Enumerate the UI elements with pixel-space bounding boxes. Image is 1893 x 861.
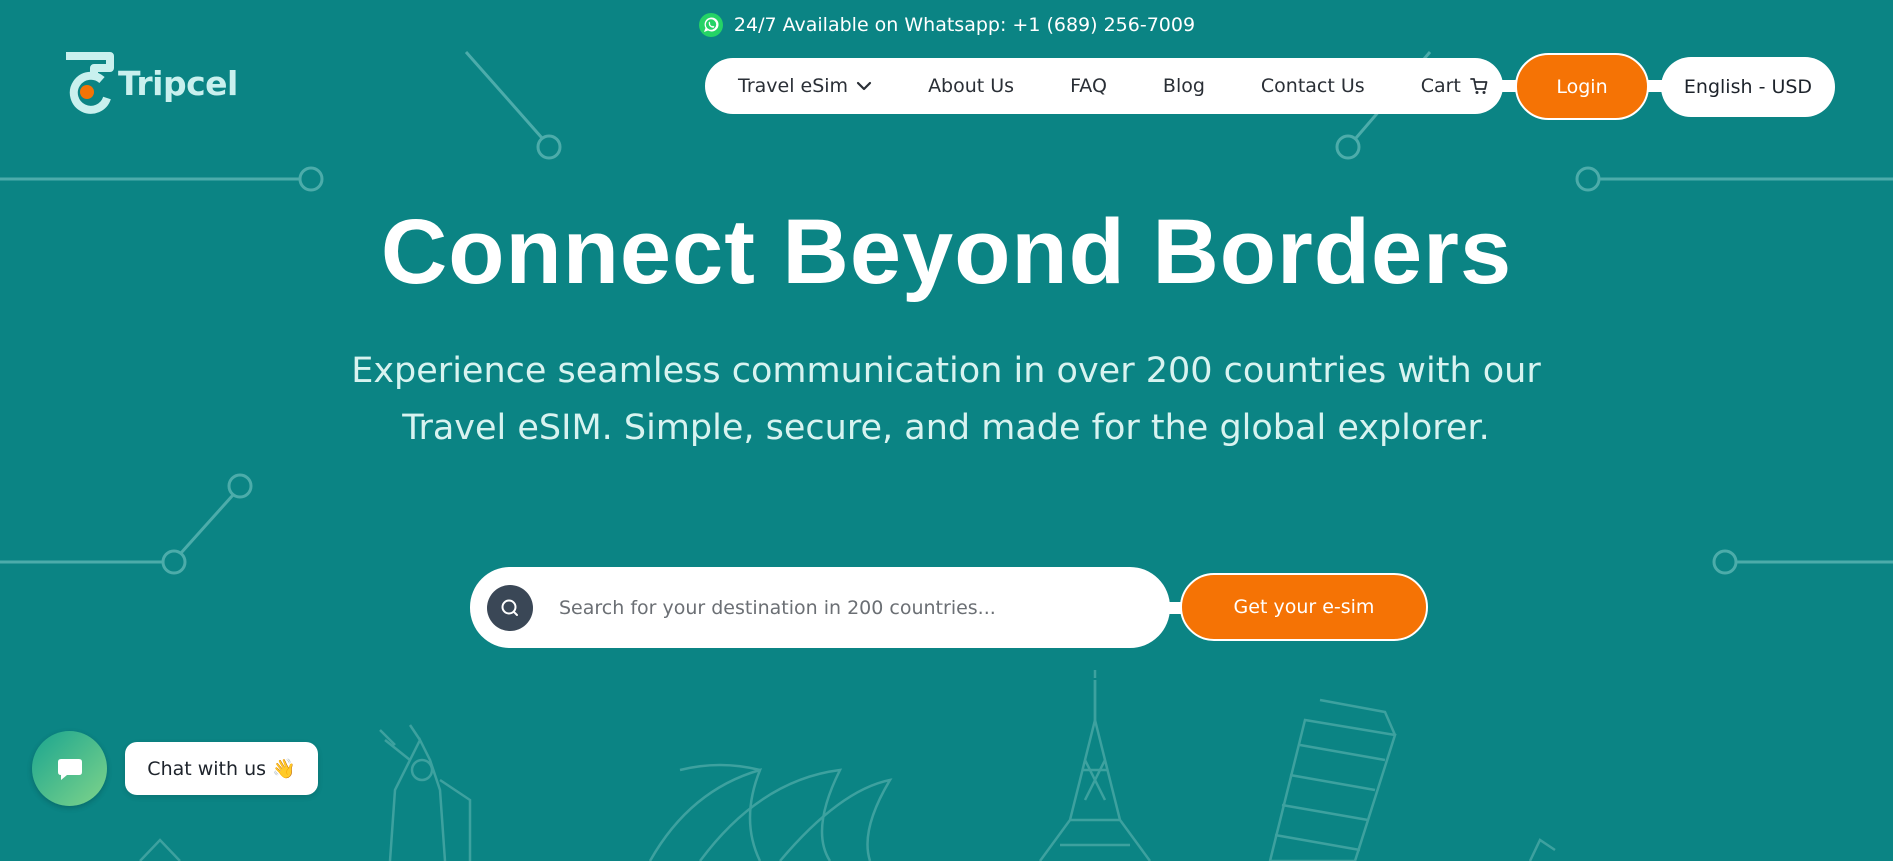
- hero-subtitle-line-1: Experience seamless communication in ove…: [351, 351, 1541, 391]
- whatsapp-availability-text: 24/7 Available on Whatsapp: +1 (689) 256…: [733, 14, 1196, 36]
- nav-item-cart[interactable]: Cart: [1421, 75, 1489, 97]
- hero-subtitle-line-2: Travel eSIM. Simple, secure, and made fo…: [402, 408, 1490, 448]
- chat-bubble-icon: [57, 758, 82, 780]
- main-navigation: Travel eSim About Us FAQ Blog Contact Us…: [705, 58, 1503, 114]
- magnifier-glyph: [501, 599, 518, 616]
- nav-item-about-us[interactable]: About Us: [928, 75, 1014, 97]
- nav-item-blog[interactable]: Blog: [1163, 75, 1205, 97]
- chat-label-text: Chat with us: [147, 757, 267, 780]
- nav-item-label: FAQ: [1070, 75, 1107, 97]
- chevron-down-icon: [856, 81, 872, 91]
- login-button[interactable]: Login: [1515, 53, 1649, 120]
- whatsapp-icon: [698, 13, 723, 37]
- nav-item-label: Contact Us: [1260, 75, 1365, 97]
- destination-search-box[interactable]: [470, 567, 1170, 648]
- chat-with-us-label[interactable]: Chat with us 👋: [125, 742, 318, 795]
- hero-title: Connect Beyond Borders: [380, 201, 1513, 303]
- search-icon[interactable]: [487, 584, 533, 631]
- nav-item-label: Cart: [1420, 75, 1461, 97]
- nav-item-label: Blog: [1162, 75, 1205, 97]
- waving-hand-icon: 👋: [272, 758, 296, 780]
- cart-icon: [1469, 78, 1488, 94]
- nav-item-travel-esim[interactable]: Travel eSim: [738, 75, 872, 97]
- nav-item-faq[interactable]: FAQ: [1070, 75, 1107, 97]
- tripcel-logo-mark: [66, 52, 114, 114]
- tripcel-logo[interactable]: Tripcel: [62, 52, 238, 114]
- language-currency-selector[interactable]: English - USD: [1661, 57, 1835, 117]
- brand-name: Tripcel: [118, 63, 238, 103]
- nav-item-label: About Us: [928, 75, 1015, 97]
- nav-item-contact-us[interactable]: Contact Us: [1261, 75, 1365, 97]
- destination-search-input[interactable]: [557, 595, 1141, 620]
- hero-subtitle: Experience seamless communication in ove…: [346, 343, 1546, 457]
- nav-item-label: Travel eSim: [738, 75, 849, 97]
- chat-launcher-button[interactable]: [32, 731, 107, 806]
- whatsapp-availability-bar[interactable]: 24/7 Available on Whatsapp: +1 (689) 256…: [0, 12, 1893, 38]
- get-esim-button[interactable]: Get your e-sim: [1180, 573, 1428, 641]
